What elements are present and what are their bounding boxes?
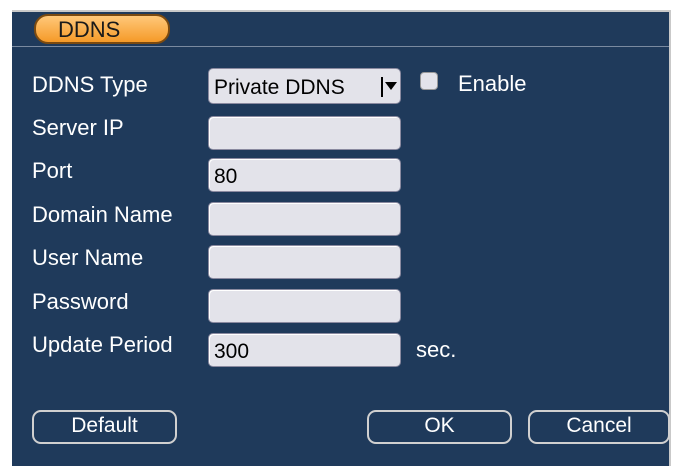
server-ip-label: Server IP — [32, 115, 124, 140]
ddns-type-select[interactable]: Private DDNS — [208, 68, 401, 104]
ddns-type-label: DDNS Type — [32, 72, 148, 97]
user-name-input[interactable] — [208, 245, 401, 279]
port-input[interactable]: 80 — [208, 158, 401, 192]
ddns-type-value: Private DDNS — [214, 76, 345, 99]
enable-label: Enable — [458, 71, 527, 96]
domain-name-label: Domain Name — [32, 202, 173, 227]
ddns-dialog: DDNS DDNS Type Private DDNS Enable Serve… — [12, 10, 671, 466]
user-name-label: User Name — [32, 245, 144, 270]
update-period-input[interactable]: 300 — [208, 333, 401, 367]
tab-ddns[interactable]: DDNS — [34, 14, 170, 44]
server-ip-input[interactable] — [208, 116, 401, 150]
port-label: Port — [32, 158, 73, 183]
update-period-label: Update Period — [32, 332, 173, 357]
default-button[interactable]: Default — [32, 410, 177, 444]
update-period-unit: sec. — [416, 337, 457, 362]
chevron-down-icon[interactable] — [385, 82, 397, 90]
dialog-header: DDNS — [12, 12, 669, 47]
enable-checkbox[interactable] — [420, 72, 438, 90]
cancel-button[interactable]: Cancel — [528, 410, 670, 444]
password-label: Password — [32, 289, 129, 314]
dropdown-separator — [381, 77, 383, 97]
password-input[interactable] — [208, 289, 401, 323]
ok-button[interactable]: OK — [367, 410, 512, 444]
domain-name-input[interactable] — [208, 202, 401, 236]
